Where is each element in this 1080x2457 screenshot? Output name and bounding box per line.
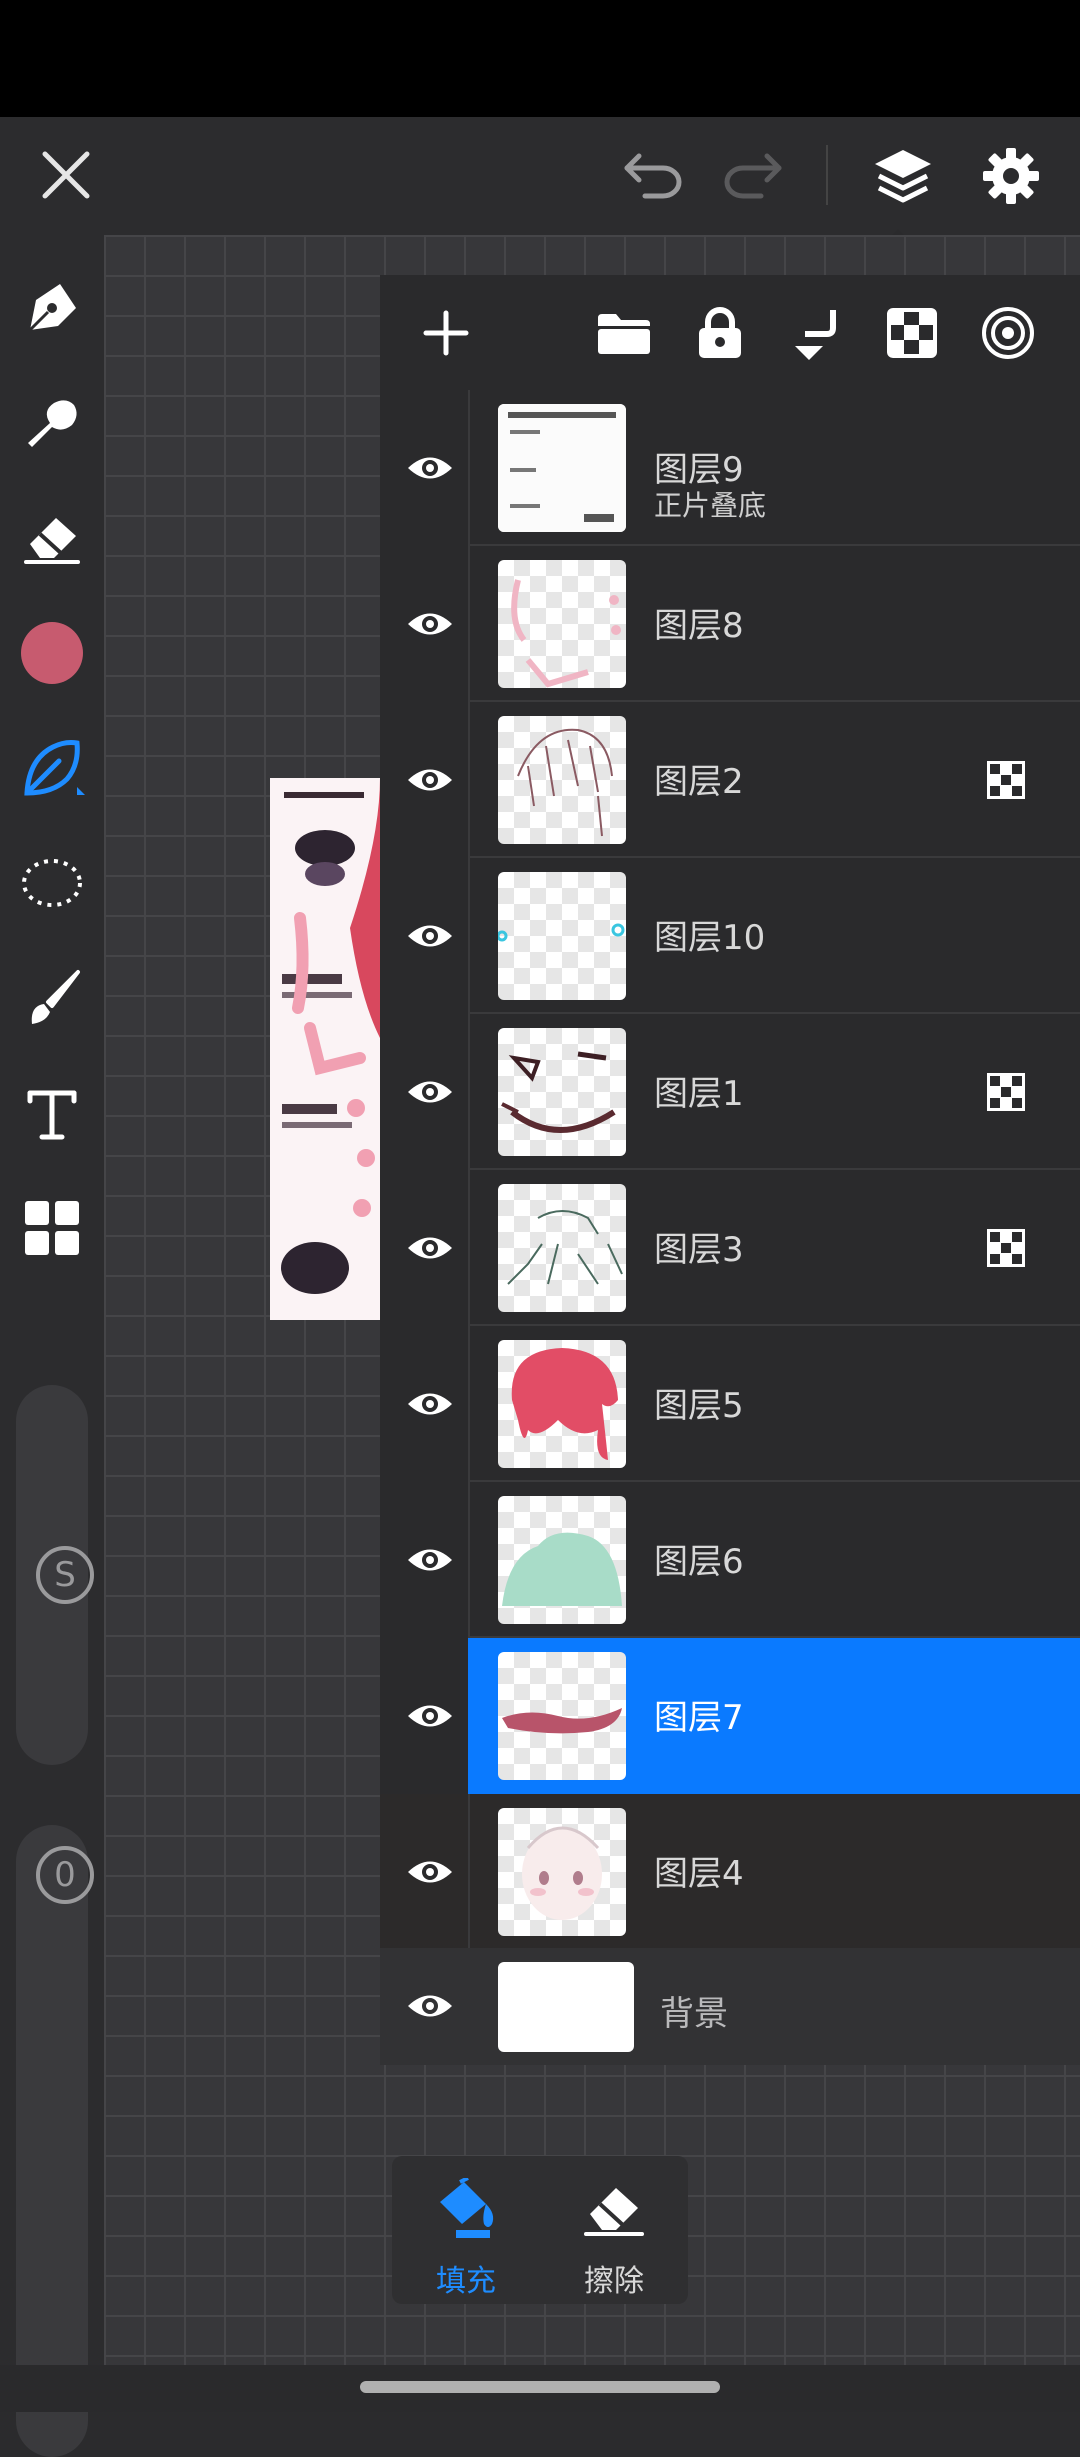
fill-erase-popup: 填充 擦除 <box>392 2156 688 2304</box>
eye-icon[interactable] <box>398 592 462 656</box>
layer-thumbnail <box>498 1496 626 1624</box>
layer-name: 图层1 <box>654 1074 744 1114</box>
add-layer-icon[interactable] <box>414 301 478 365</box>
pen-icon[interactable] <box>12 268 92 348</box>
checker-icon[interactable] <box>880 301 944 365</box>
layer-thumbnail <box>498 1028 626 1156</box>
layer-thumbnail <box>498 560 626 688</box>
erase-label: 擦除 <box>584 2264 644 2299</box>
background-label: 背景 <box>660 1994 728 2034</box>
layer-name: 图层10 <box>654 918 766 958</box>
home-indicator[interactable] <box>360 2381 720 2393</box>
grid-icon[interactable] <box>12 1188 92 1268</box>
layers-icon[interactable] <box>862 135 944 217</box>
fill-button[interactable]: 填充 <box>392 2156 540 2304</box>
opacity-label: 0 <box>36 1846 94 1904</box>
background-thumbnail <box>498 1962 634 2052</box>
layer-row[interactable]: 图层1 <box>380 1014 1080 1170</box>
eye-icon[interactable] <box>398 436 462 500</box>
eye-icon[interactable] <box>398 1216 462 1280</box>
background-layer-row[interactable]: 背景 <box>380 1948 1080 2065</box>
layer-thumbnail <box>498 1340 626 1468</box>
layer-row[interactable]: 图层4 <box>380 1794 1080 1950</box>
size-label: S <box>36 1546 94 1604</box>
fill-label: 填充 <box>436 2264 496 2299</box>
topbar-divider <box>826 145 828 205</box>
brush-icon[interactable] <box>12 958 92 1038</box>
layer-thumbnail <box>498 1808 626 1936</box>
gear-icon[interactable] <box>970 135 1052 217</box>
lasso-icon[interactable] <box>12 843 92 923</box>
undo-icon[interactable] <box>616 139 692 211</box>
eye-icon[interactable] <box>398 1060 462 1124</box>
eye-icon[interactable] <box>398 748 462 812</box>
eye-icon[interactable] <box>398 1528 462 1592</box>
layer-name: 图层4 <box>654 1854 744 1894</box>
layer-name: 图层7 <box>654 1698 744 1738</box>
eye-icon[interactable] <box>398 904 462 968</box>
clipping-mask-icon[interactable] <box>986 760 1026 800</box>
layer-name: 图层6 <box>654 1542 744 1582</box>
merge-down-icon[interactable] <box>784 301 848 365</box>
eye-icon[interactable] <box>398 1372 462 1436</box>
color-swatch[interactable] <box>12 613 92 693</box>
layer-row[interactable]: 图层2 <box>380 702 1080 858</box>
smudge-icon[interactable] <box>12 383 92 463</box>
eraser-icon <box>582 2178 646 2242</box>
erase-button[interactable]: 擦除 <box>540 2156 688 2304</box>
folder-icon[interactable] <box>592 301 656 365</box>
clipping-mask-icon[interactable] <box>986 1228 1026 1268</box>
close-icon[interactable] <box>28 137 104 213</box>
layer-name: 图层5 <box>654 1386 744 1426</box>
layer-row[interactable]: 图层6 <box>380 1482 1080 1638</box>
layer-row[interactable]: 图层10 <box>380 858 1080 1014</box>
eye-icon[interactable] <box>398 1974 462 2038</box>
layer-row[interactable]: 图层9 正片叠底 <box>380 390 1080 546</box>
target-icon[interactable] <box>976 301 1040 365</box>
layer-row[interactable]: 图层3 <box>380 1170 1080 1326</box>
lock-icon[interactable] <box>688 301 752 365</box>
layer-blend-mode: 正片叠底 <box>654 489 767 522</box>
brush-opacity-slider[interactable]: 0 <box>16 1825 94 2457</box>
layers-panel: 图层9 正片叠底 图层8 图层2 图层10 图层1 图层3 图层5 图层6 图层… <box>380 275 1080 2065</box>
top-bar <box>0 117 1080 243</box>
eraser-icon[interactable] <box>12 498 92 578</box>
leaf-brush-icon[interactable] <box>12 728 92 808</box>
layer-thumbnail <box>498 716 626 844</box>
layer-thumbnail <box>498 404 626 532</box>
brush-size-slider[interactable]: S <box>16 1385 94 1765</box>
status-bar <box>0 0 1080 117</box>
layers-panel-header <box>380 275 1080 385</box>
layer-row[interactable]: 图层5 <box>380 1326 1080 1482</box>
layer-name: 图层2 <box>654 762 744 802</box>
text-icon[interactable] <box>12 1073 92 1153</box>
eye-icon[interactable] <box>398 1684 462 1748</box>
tool-sidebar: S 0 <box>0 235 104 2457</box>
layer-name: 图层3 <box>654 1230 744 1270</box>
layer-thumbnail <box>498 1652 626 1780</box>
layer-name: 图层8 <box>654 606 744 646</box>
redo-icon[interactable] <box>714 139 790 211</box>
artwork-preview <box>270 778 380 1320</box>
paint-bucket-icon <box>436 2176 500 2244</box>
layer-thumbnail <box>498 1184 626 1312</box>
eye-icon[interactable] <box>398 1840 462 1904</box>
clipping-mask-icon[interactable] <box>986 1072 1026 1112</box>
layer-row-selected[interactable]: 图层7 <box>380 1638 1080 1794</box>
layer-row[interactable]: 图层8 <box>380 546 1080 702</box>
layer-thumbnail <box>498 872 626 1000</box>
